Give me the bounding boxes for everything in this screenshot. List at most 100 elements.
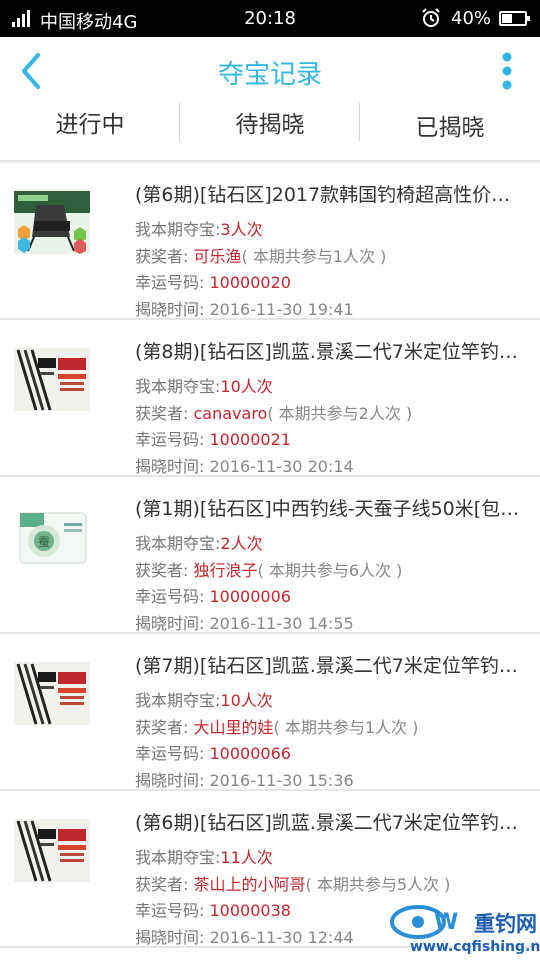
lucky-number-line: 幸运号码: 10000038 xyxy=(135,897,291,921)
battery-icon xyxy=(499,11,530,26)
my-bet-line: 我本期夺宝:11人次 xyxy=(135,844,273,868)
tab-label: 进行中 xyxy=(55,112,125,138)
record-item[interactable]: (第7期)[钻石区]凯蓝.景溪二代7米定位竿钓鱼竿 我本期夺宝:10人次 获奖者… xyxy=(0,634,540,791)
fishing-rod-image xyxy=(14,819,90,882)
reveal-time-value: 2016-11-30 20:14 xyxy=(209,457,354,476)
record-title: (第6期)[钻石区]凯蓝.景溪二代7米定位竿钓鱼竿 xyxy=(135,812,520,834)
alarm-clock-icon xyxy=(422,8,440,27)
record-item[interactable]: (第6期)[钻石区]2017款韩国钓椅超高性价比折叠钓椅 我本期夺宝:3人次 获… xyxy=(0,163,540,320)
battery-percent: 40% xyxy=(451,8,492,29)
lucky-number-value: 10000006 xyxy=(209,587,291,606)
my-bet-label: 我本期夺宝: xyxy=(135,534,221,553)
more-vertical-icon[interactable] xyxy=(500,51,514,91)
fishing-line-image: 蚕 xyxy=(14,505,90,568)
reveal-time-value: 2016-11-30 12:44 xyxy=(209,928,354,947)
my-bet-label: 我本期夺宝: xyxy=(135,848,221,867)
record-item[interactable]: 蚕 (第1期)[钻石区]中西钓线-天蚕子线50米[包邮] 我本期夺宝:2人次 获… xyxy=(0,477,540,634)
my-bet-line: 我本期夺宝:3人次 xyxy=(135,216,263,240)
lucky-number-line: 幸运号码: 10000006 xyxy=(135,583,291,607)
reveal-time-line: 揭晓时间: 2016-11-30 19:41 xyxy=(135,296,354,320)
lucky-number-label: 幸运号码: xyxy=(135,430,205,449)
tab-label: 待揭晓 xyxy=(235,112,305,138)
reveal-time-value: 2016-11-30 19:41 xyxy=(209,300,354,319)
winner-line: 获奖者: 茶山上的小阿哥( 本期共参与5人次 ) xyxy=(135,871,450,895)
record-title: (第6期)[钻石区]2017款韩国钓椅超高性价比折叠钓椅 xyxy=(135,184,520,206)
tab-revealed[interactable]: 已揭晓 xyxy=(360,103,540,153)
reveal-time-label: 揭晓时间: xyxy=(135,771,205,790)
lucky-number-line: 幸运号码: 10000021 xyxy=(135,426,291,450)
lucky-number-label: 幸运号码: xyxy=(135,273,205,292)
status-bar: 中国移动4G 20:18 40% xyxy=(0,0,540,37)
winner-note: ( 本期共参与1人次 ) xyxy=(273,718,419,737)
record-title: (第8期)[钻石区]凯蓝.景溪二代7米定位竿钓鱼竿 xyxy=(135,341,520,363)
tab-pending[interactable]: 待揭晓 xyxy=(180,103,360,153)
fishing-rod-image xyxy=(14,662,90,725)
lucky-number-label: 幸运号码: xyxy=(135,901,205,920)
reveal-time-label: 揭晓时间: xyxy=(135,928,205,947)
my-bet-value: 10人次 xyxy=(220,691,273,710)
lucky-number-value: 10000066 xyxy=(209,744,291,763)
svg-text:蚕: 蚕 xyxy=(38,535,50,549)
reveal-time-value: 2016-11-30 15:36 xyxy=(209,771,354,790)
winner-label: 获奖者: xyxy=(135,875,189,894)
my-bet-line: 我本期夺宝:2人次 xyxy=(135,530,263,554)
watermark-url: www.cqfishing.net xyxy=(410,939,540,955)
winner-line: 获奖者: canavaro( 本期共参与2人次 ) xyxy=(135,400,412,424)
lucky-number-line: 幸运号码: 10000066 xyxy=(135,740,291,764)
my-bet-line: 我本期夺宝:10人次 xyxy=(135,373,273,397)
reveal-time-line: 揭晓时间: 2016-11-30 20:14 xyxy=(135,453,354,477)
lucky-number-label: 幸运号码: xyxy=(135,744,205,763)
nav-bar: 夺宝记录 xyxy=(0,37,540,103)
lucky-number-line: 幸运号码: 10000020 xyxy=(135,269,291,293)
my-bet-line: 我本期夺宝:10人次 xyxy=(135,687,273,711)
fishing-rod-image xyxy=(14,348,90,411)
winner-note: ( 本期共参与1人次 ) xyxy=(241,247,387,266)
my-bet-label: 我本期夺宝: xyxy=(135,220,221,239)
winner-label: 获奖者: xyxy=(135,404,189,423)
reveal-time-line: 揭晓时间: 2016-11-30 15:36 xyxy=(135,767,354,791)
lucky-number-value: 10000038 xyxy=(209,901,291,920)
winner-name[interactable]: 独行浪子 xyxy=(194,561,258,580)
winner-line: 获奖者: 可乐渔( 本期共参与1人次 ) xyxy=(135,243,386,267)
watermark-brand: 重钓网 xyxy=(474,912,537,936)
record-list: (第6期)[钻石区]2017款韩国钓椅超高性价比折叠钓椅 我本期夺宝:3人次 获… xyxy=(0,163,540,948)
winner-name[interactable]: 茶山上的小阿哥 xyxy=(194,875,306,894)
my-bet-value: 2人次 xyxy=(220,534,263,553)
reveal-time-line: 揭晓时间: 2016-11-30 14:55 xyxy=(135,610,354,634)
winner-name[interactable]: 大山里的娃 xyxy=(194,718,274,737)
reveal-time-value: 2016-11-30 14:55 xyxy=(209,614,354,633)
lucky-number-value: 10000021 xyxy=(209,430,291,449)
winner-name[interactable]: 可乐渔 xyxy=(194,247,242,266)
winner-note: ( 本期共参与2人次 ) xyxy=(267,404,413,423)
watermark-logo: W 重钓网 www.cqfishing.net xyxy=(390,905,540,955)
my-bet-value: 3人次 xyxy=(220,220,263,239)
tab-bar: 进行中 待揭晓 已揭晓 xyxy=(0,103,540,161)
winner-note: ( 本期共参与5人次 ) xyxy=(305,875,451,894)
my-bet-value: 11人次 xyxy=(220,848,273,867)
winner-line: 获奖者: 独行浪子( 本期共参与6人次 ) xyxy=(135,557,402,581)
lucky-number-value: 10000020 xyxy=(209,273,291,292)
reveal-time-label: 揭晓时间: xyxy=(135,614,205,633)
winner-name[interactable]: canavaro xyxy=(194,404,268,423)
record-item[interactable]: (第8期)[钻石区]凯蓝.景溪二代7米定位竿钓鱼竿 我本期夺宝:10人次 获奖者… xyxy=(0,320,540,477)
record-title: (第1期)[钻石区]中西钓线-天蚕子线50米[包邮] xyxy=(135,498,520,520)
svg-text:W: W xyxy=(434,910,458,935)
reveal-time-line: 揭晓时间: 2016-11-30 12:44 xyxy=(135,924,354,948)
lucky-number-label: 幸运号码: xyxy=(135,587,205,606)
reveal-time-label: 揭晓时间: xyxy=(135,300,205,319)
battery-level xyxy=(502,14,512,23)
tab-in-progress[interactable]: 进行中 xyxy=(0,103,180,153)
tab-label: 已揭晓 xyxy=(415,115,485,141)
my-bet-label: 我本期夺宝: xyxy=(135,691,221,710)
my-bet-label: 我本期夺宝: xyxy=(135,377,221,396)
winner-label: 获奖者: xyxy=(135,561,189,580)
winner-label: 获奖者: xyxy=(135,718,189,737)
record-title: (第7期)[钻石区]凯蓝.景溪二代7米定位竿钓鱼竿 xyxy=(135,655,520,677)
winner-note: ( 本期共参与6人次 ) xyxy=(257,561,403,580)
fishing-chair-image xyxy=(14,191,90,254)
winner-label: 获奖者: xyxy=(135,247,189,266)
my-bet-value: 10人次 xyxy=(220,377,273,396)
winner-line: 获奖者: 大山里的娃( 本期共参与1人次 ) xyxy=(135,714,418,738)
page-title: 夺宝记录 xyxy=(217,60,322,90)
reveal-time-label: 揭晓时间: xyxy=(135,457,205,476)
